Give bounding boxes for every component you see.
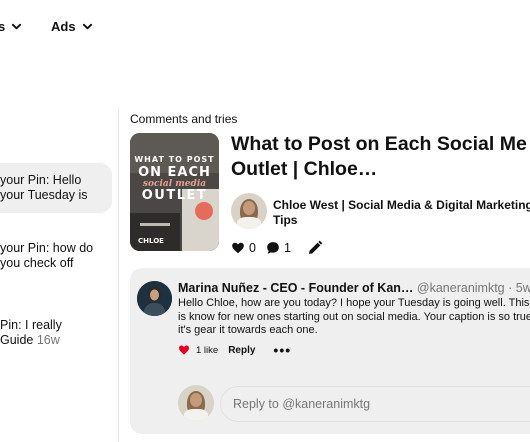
nav-ads-menu[interactable]: Ads [51,19,93,34]
notification-item[interactable]: your Pin: Hello your Tuesday is [0,163,112,213]
top-navigation: s Ads [0,0,530,56]
commenter-avatar-image [137,281,172,316]
panel-divider [118,108,119,442]
nav-item-label: Ads [51,19,76,34]
likes-count: 0 [249,241,256,255]
comment-handle-time: @kaneranimktg · 5w [416,281,530,295]
comment-header: Marina Nuñez - CEO - Founder of Kan… @ka… [178,281,530,295]
pin-author-name[interactable]: Chloe West | Social Media & Digital Mark… [273,198,530,228]
reply-box[interactable] [220,386,530,422]
comment-like-count: 1 like [196,344,219,356]
nav-menu-item[interactable]: s [0,19,22,34]
comments-stat[interactable]: 1 [266,241,291,255]
pin-stats: 0 1 [231,240,323,256]
pin-thumbnail[interactable]: WHAT TO POST ON EACH social media OUTLET… [130,133,219,251]
pin-title-line: What to Post on Each Social Me [231,133,527,155]
comment-text: Hello Chloe, how are you today? I hope y… [178,297,530,336]
current-user-avatar[interactable] [178,385,214,421]
chevron-down-icon [12,23,22,30]
thumbnail-text: WHAT TO POST [134,155,215,164]
pin-title[interactable]: What to Post on Each Social Me Outlet | … [231,132,530,182]
nav-item-label: s [0,19,6,34]
notification-text: your Tuesday is [0,188,88,202]
heart-icon[interactable] [178,344,190,356]
edit-pencil-icon[interactable] [307,240,323,256]
heart-icon [232,242,244,254]
commenter-avatar[interactable] [137,281,172,316]
notification-item[interactable]: Pin: I really Guide 16w [0,308,112,358]
more-icon[interactable]: ••• [273,343,291,357]
notification-text: your Pin: Hello [0,173,82,187]
thumbnail-text: CHLOE [138,237,164,245]
notifications-list: your Pin: Hello your Tuesday is your Pin… [0,110,118,442]
comments-count: 1 [283,241,291,255]
notification-item[interactable]: your Pin: how do you check off [0,231,112,281]
notification-text: your Pin: how do [0,241,94,255]
notification-text: Guide [0,333,34,347]
reply-input[interactable] [233,387,530,421]
likes-stat[interactable]: 0 [231,241,256,255]
comment-actions: 1 like Reply ••• [178,343,291,357]
comment-icon [267,242,279,254]
thumbnail-text: OUTLET [141,188,208,203]
thumbnail-text: ON EACH [138,165,211,180]
notification-text: Pin: I really [0,318,62,332]
notification-text: you check off [0,256,74,270]
chevron-down-icon [82,23,92,30]
reply-button[interactable]: Reply [228,345,255,356]
pin-title-line: Outlet | Chloe… [231,158,378,180]
section-title: Comments and tries [130,112,238,126]
notification-time: 16w [36,333,60,347]
author-avatar[interactable] [231,193,267,229]
comment-author-name[interactable]: Marina Nuñez - CEO - Founder of Kan… [178,281,413,295]
